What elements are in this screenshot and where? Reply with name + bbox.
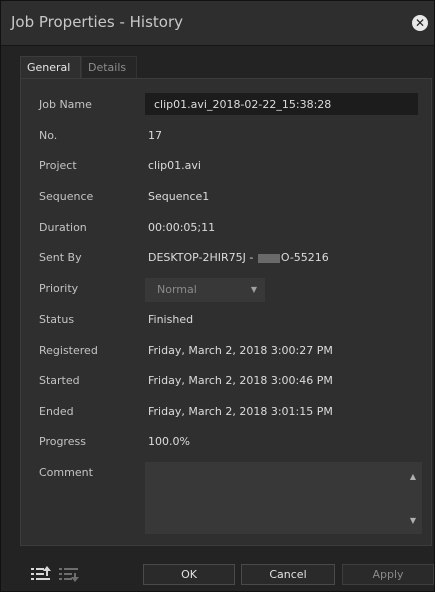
close-icon[interactable]: ✕ [412, 15, 428, 31]
priority-selected: Normal [157, 283, 197, 296]
window-title: Job Properties - History [11, 13, 184, 31]
job-properties-dialog: Job Properties - History ✕ General Detai… [0, 0, 435, 592]
list-move-up-icon[interactable] [30, 565, 52, 587]
ended-value: Friday, March 2, 2018 3:01:15 PM [148, 405, 333, 418]
scroll-down-icon[interactable]: ▼ [410, 516, 416, 525]
duration-label: Duration [39, 221, 87, 234]
started-label: Started [39, 374, 80, 387]
project-value: clip01.avi [148, 159, 201, 172]
job-name-field[interactable]: clip01.avi_2018-02-22_15:38:28 [145, 93, 418, 115]
sequence-value: Sequence1 [148, 190, 210, 203]
progress-label: Progress [39, 435, 86, 448]
cancel-button[interactable]: Cancel [241, 564, 335, 585]
sent-by-prefix: DESKTOP-2HIR75J - [148, 251, 257, 264]
apply-button[interactable]: Apply [342, 564, 434, 585]
sequence-label: Sequence [39, 190, 94, 203]
title-bar: Job Properties - History ✕ [1, 1, 434, 46]
redacted-block [257, 253, 280, 263]
priority-label: Priority [39, 282, 79, 295]
chevron-down-icon: ▼ [250, 285, 257, 294]
sent-by-value: DESKTOP-2HIR75J - O-55216 [148, 251, 329, 264]
tab-general[interactable]: General [20, 56, 81, 78]
status-value: Finished [148, 313, 194, 326]
no-label: No. [39, 129, 58, 142]
list-move-down-icon[interactable] [58, 565, 80, 587]
ok-button[interactable]: OK [143, 564, 235, 585]
registered-value: Friday, March 2, 2018 3:00:27 PM [148, 344, 333, 357]
project-label: Project [39, 159, 77, 172]
tab-details[interactable]: Details [81, 56, 137, 78]
scroll-up-icon[interactable]: ▲ [410, 472, 416, 481]
comment-textarea[interactable]: ▲ ▼ [145, 462, 422, 534]
progress-value: 100.0% [148, 435, 190, 448]
sent-by-label: Sent By [39, 251, 82, 264]
sent-by-suffix: O-55216 [280, 251, 329, 264]
general-panel: Job Name clip01.avi_2018-02-22_15:38:28 … [20, 78, 432, 546]
started-value: Friday, March 2, 2018 3:00:46 PM [148, 374, 333, 387]
job-name-value: clip01.avi_2018-02-22_15:38:28 [154, 98, 332, 111]
no-value: 17 [148, 129, 162, 142]
duration-value: 00:00:05;11 [148, 221, 216, 234]
comment-label: Comment [39, 466, 93, 479]
priority-dropdown[interactable]: Normal ▼ [145, 278, 265, 302]
job-name-label: Job Name [39, 98, 92, 111]
registered-label: Registered [39, 344, 98, 357]
ended-label: Ended [39, 405, 74, 418]
status-label: Status [39, 313, 75, 326]
